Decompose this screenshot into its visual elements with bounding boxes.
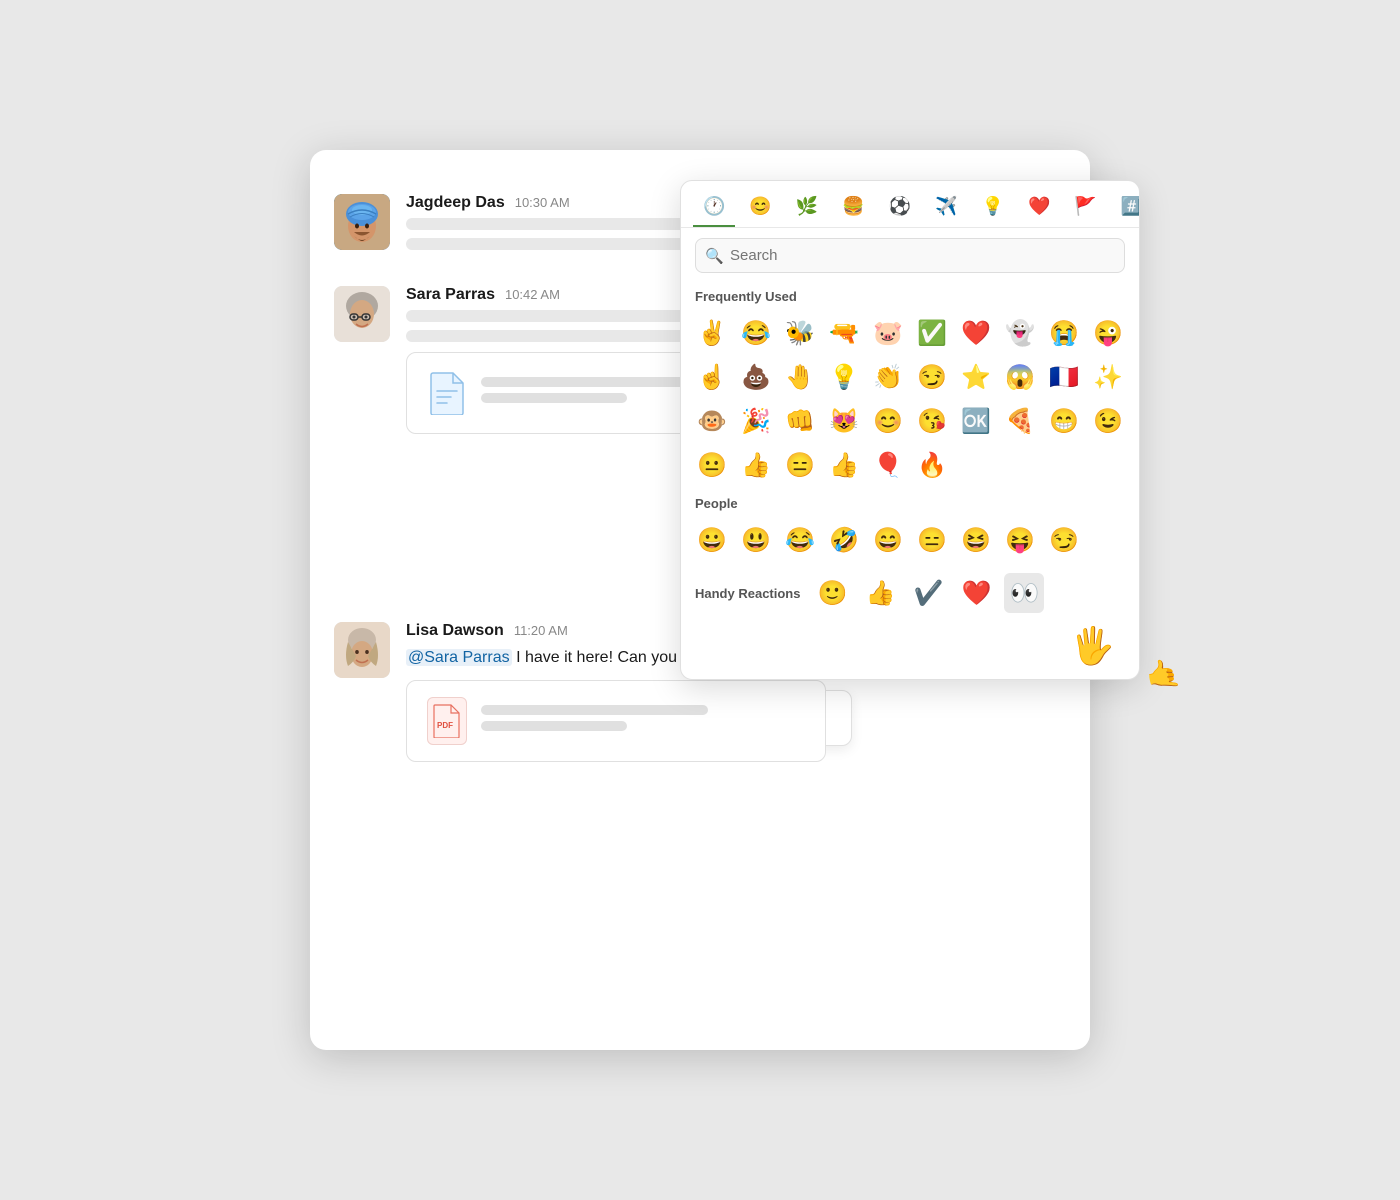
emoji-grid-people: 😀 😃 😂 🤣 😄 😑 😆 😝 😏 <box>681 515 1139 565</box>
svg-text:PDF: PDF <box>437 721 453 730</box>
avatar <box>334 194 390 250</box>
tab-recent[interactable]: 🕐 <box>693 191 735 227</box>
emoji-cell[interactable]: 🐝 <box>779 312 821 354</box>
emoji-cell[interactable]: 😭 <box>1043 312 1085 354</box>
mention: @Sara Parras <box>406 649 512 666</box>
timestamp: 10:42 AM <box>505 287 560 302</box>
emoji-cell[interactable]: 😝 <box>999 519 1041 561</box>
file-icon <box>427 369 467 417</box>
tab-activity[interactable]: ⚽ <box>879 191 921 227</box>
emoji-cell[interactable]: ⭐ <box>955 356 997 398</box>
sender-name: Sara Parras <box>406 286 495 304</box>
emoji-cell[interactable]: 🇫🇷 <box>1043 356 1085 398</box>
picker-tabs: 🕐 😊 🌿 🍔 ⚽ ✈️ 💡 ❤️ 🚩 #️⃣ <box>681 181 1139 228</box>
section-label-people: People <box>681 490 1139 515</box>
emoji-cell[interactable]: 😻 <box>823 400 865 442</box>
file-line <box>481 377 708 387</box>
tab-flags[interactable]: 🚩 <box>1064 191 1106 227</box>
handy-emoji-eyes-selected[interactable]: 👀 <box>1004 573 1044 613</box>
timestamp: 11:20 AM <box>514 623 568 638</box>
emoji-grid-frequently-used: ✌️ 😂 🐝 🔫 🐷 ✅ ❤️ 👻 😭 😜 ☝️ 💩 🤚 💡 👏 😏 ⭐ 😱 🇫… <box>681 308 1139 490</box>
emoji-cell[interactable]: 😆 <box>955 519 997 561</box>
emoji-cell[interactable]: 😏 <box>911 356 953 398</box>
emoji-cell[interactable]: 🐷 <box>867 312 909 354</box>
emoji-cell[interactable]: ✌️ <box>691 312 733 354</box>
emoji-cell[interactable]: 🔫 <box>823 312 865 354</box>
emoji-cell[interactable]: 😘 <box>911 400 953 442</box>
emoji-cell[interactable]: 💩 <box>735 356 777 398</box>
timestamp: 10:30 AM <box>515 195 570 210</box>
avatar <box>334 286 390 342</box>
section-label-frequently-used: Frequently Used <box>681 283 1139 308</box>
search-wrapper: 🔍 <box>695 238 1125 273</box>
handy-reactions-label: Handy Reactions <box>695 586 800 601</box>
emoji-cell[interactable]: 😉 <box>1087 400 1129 442</box>
emoji-cell[interactable]: 😂 <box>779 519 821 561</box>
emoji-cell[interactable]: 🍕 <box>999 400 1041 442</box>
emoji-cell[interactable]: 😁 <box>1043 400 1085 442</box>
search-input[interactable] <box>695 238 1125 273</box>
pdf-icon: PDF <box>427 697 467 745</box>
handy-emoji[interactable]: ❤️ <box>956 573 996 613</box>
tab-slack[interactable]: #️⃣ <box>1111 191 1140 227</box>
emoji-cell[interactable]: 😄 <box>867 519 909 561</box>
search-icon: 🔍 <box>705 247 724 265</box>
emoji-cell[interactable]: 😂 <box>735 312 777 354</box>
emoji-cell[interactable]: ☝️ <box>691 356 733 398</box>
emoji-cell[interactable]: 👍 <box>823 444 865 486</box>
handy-emoji[interactable]: ✔️ <box>908 573 948 613</box>
handy-emoji[interactable]: 👍 <box>860 573 900 613</box>
file-line <box>481 721 627 731</box>
handy-reactions-row: Handy Reactions 🙂 👍 ✔️ ❤️ 👀 <box>681 565 1139 621</box>
cursor-pointer: 🤙 <box>1143 655 1183 694</box>
emoji-cell[interactable]: 😑 <box>779 444 821 486</box>
emoji-cell[interactable]: 😀 <box>691 519 733 561</box>
tab-objects[interactable]: 💡 <box>972 191 1014 227</box>
emoji-cell[interactable]: 🤣 <box>823 519 865 561</box>
sender-name: Lisa Dawson <box>406 622 504 640</box>
emoji-cell[interactable]: 💡 <box>823 356 865 398</box>
emoji-cell[interactable]: 🎉 <box>735 400 777 442</box>
emoji-cell[interactable]: ❤️ <box>955 312 997 354</box>
handy-emoji[interactable]: 🙂 <box>812 573 852 613</box>
emoji-cell[interactable]: 🔥 <box>911 444 953 486</box>
emoji-cell[interactable]: 👍 <box>735 444 777 486</box>
file-lines <box>481 705 805 737</box>
tab-nature[interactable]: 🌿 <box>786 191 828 227</box>
emoji-cell[interactable]: ✅ <box>911 312 953 354</box>
tab-food[interactable]: 🍔 <box>832 191 874 227</box>
emoji-cell[interactable]: 👻 <box>999 312 1041 354</box>
emoji-cell[interactable]: 👊 <box>779 400 821 442</box>
emoji-cell[interactable]: 😜 <box>1087 312 1129 354</box>
sender-name: Jagdeep Das <box>406 194 505 212</box>
file-line <box>481 393 627 403</box>
floating-hand-emoji: 🖐️ <box>1070 625 1115 667</box>
emoji-cell[interactable]: 😏 <box>1043 519 1085 561</box>
picker-search: 🔍 <box>681 228 1139 283</box>
emoji-cell[interactable]: 😃 <box>735 519 777 561</box>
emoji-picker: 🕐 😊 🌿 🍔 ⚽ ✈️ 💡 ❤️ 🚩 #️⃣ 🔍 Frequently Use… <box>680 180 1140 680</box>
tab-symbols[interactable]: ❤️ <box>1018 191 1060 227</box>
chat-container: Jagdeep Das 10:30 AM <box>310 150 1090 1050</box>
emoji-cell[interactable]: 🎈 <box>867 444 909 486</box>
emoji-cell[interactable]: 🤚 <box>779 356 821 398</box>
tab-travel[interactable]: ✈️ <box>925 191 967 227</box>
file-line <box>481 705 708 715</box>
emoji-cell[interactable]: 😊 <box>867 400 909 442</box>
emoji-cell[interactable]: ✨ <box>1087 356 1129 398</box>
emoji-cell[interactable]: 😐 <box>691 444 733 486</box>
emoji-cell[interactable]: 🆗 <box>955 400 997 442</box>
emoji-cell[interactable]: 😱 <box>999 356 1041 398</box>
tab-people[interactable]: 😊 <box>739 191 781 227</box>
emoji-cell[interactable]: 😑 <box>911 519 953 561</box>
file-attachment-pdf: PDF <box>406 680 826 762</box>
avatar-lisa <box>334 622 390 678</box>
emoji-cell[interactable]: 🐵 <box>691 400 733 442</box>
emoji-cell[interactable]: 👏 <box>867 356 909 398</box>
